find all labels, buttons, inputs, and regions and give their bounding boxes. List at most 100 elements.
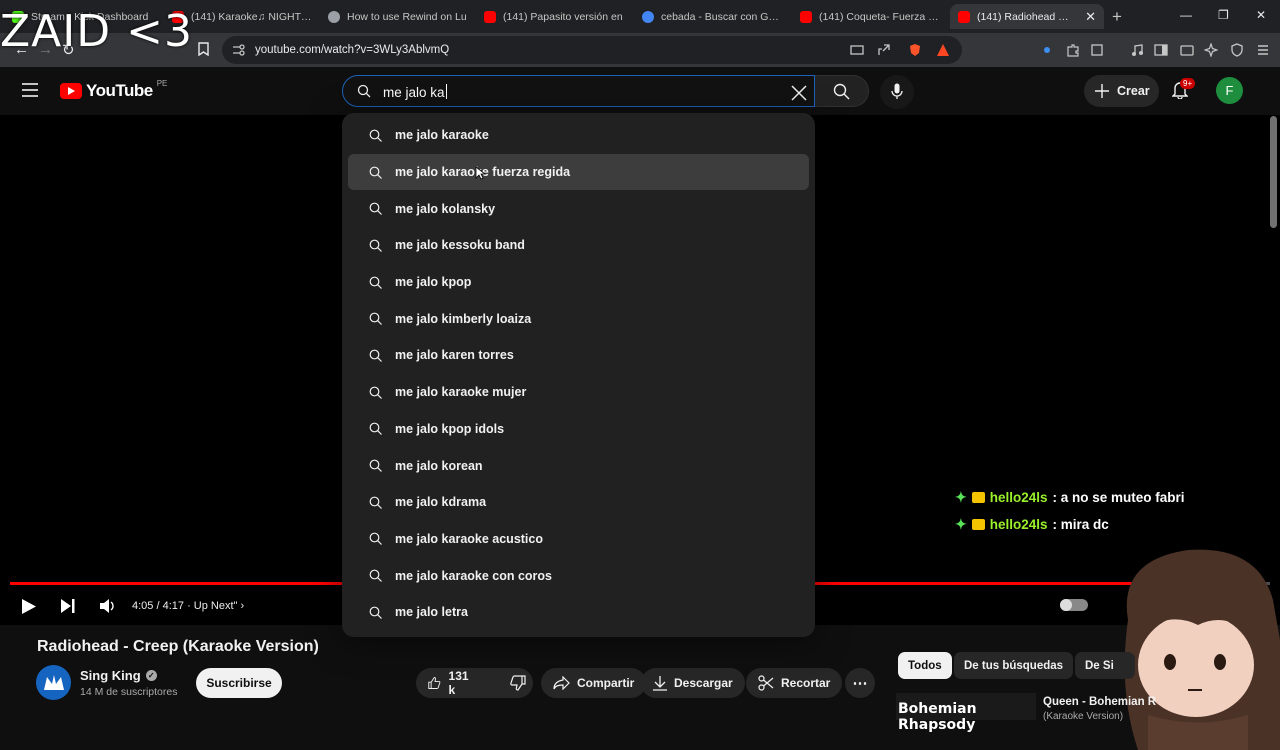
leo-ai-icon[interactable] [1204,43,1218,57]
search-icon [369,349,382,362]
page-scrollbar[interactable] [1270,116,1277,228]
share-arrow-icon [553,676,570,690]
suggestion-item[interactable]: me jalo letra [348,594,809,631]
subscriber-count: 14 M de suscriptores [80,686,178,698]
suggestion-text: me jalo korean [395,458,483,473]
tab-title: cebada - Buscar con Goog [661,10,782,23]
browser-tab[interactable]: (141) Coqueta- Fuerza Reg [792,4,948,29]
volume-icon[interactable] [100,599,116,613]
tab-title: (141) Papasito versión en [503,10,623,23]
music-icon[interactable] [1130,43,1144,57]
more-actions-button[interactable]: ⋯ [845,668,875,698]
sparkle-icon: ✦ [955,516,967,532]
microphone-icon [891,83,903,99]
sparkle-icon: ✦ [955,489,967,505]
logo-text: YouTube [86,81,153,100]
channel-avatar[interactable] [36,665,71,700]
up-next-label[interactable]: · Up Next" [187,600,237,612]
bookmark-icon[interactable] [198,42,209,56]
recommendation-title[interactable]: Queen - Bohemian R [1043,696,1156,708]
youtube-logo[interactable]: YouTube PE [60,78,168,101]
suggestion-item[interactable]: me jalo kolansky [348,190,809,227]
wallet-icon[interactable] [1180,43,1194,57]
voice-search-button[interactable] [880,75,914,109]
close-icon[interactable]: ✕ [1085,9,1096,25]
video-title: Radiohead - Creep (Karaoke Version) [37,638,319,655]
play-icon[interactable] [22,599,36,614]
browser-tab-active[interactable]: (141) Radiohead - Cre ✕ [950,4,1104,29]
menu-icon[interactable] [1256,43,1270,57]
suggestion-item-highlighted[interactable]: me jalo karaoke fuerza regida [348,153,809,191]
browser-tab[interactable]: cebada - Buscar con Goog [634,4,790,29]
suggestion-item[interactable]: me jalo kpop idols [348,411,809,448]
suggestion-item[interactable]: me jalo korean [348,447,809,484]
suggestion-item[interactable]: me jalo kdrama [348,484,809,521]
suggestion-text: me jalo kpop idols [395,421,505,436]
suggestion-text: me jalo kdrama [395,495,487,510]
more-dots-icon: ⋯ [852,675,868,692]
chip-todos[interactable]: Todos [898,652,952,679]
recommendation-thumbnail[interactable]: Bohemian Rhapsody [896,693,1036,733]
shield-icon[interactable] [1230,43,1244,57]
clip-label: Recortar [781,676,831,690]
clear-search-icon[interactable] [788,82,810,104]
chat-text: : a no se muteo fabri [1052,490,1185,505]
youtube-icon [958,10,970,23]
new-tab-icon[interactable]: + [1112,7,1122,27]
autoplay-knob [1060,599,1072,611]
suggestion-text: me jalo karaoke con coros [395,568,553,583]
autoplay-toggle[interactable] [1060,599,1088,611]
search-icon [369,386,382,399]
suggestion-text: me jalo karaoke [395,128,489,143]
suggestion-text: me jalo kpop [395,275,472,290]
brave-rewards-icon[interactable] [936,43,950,57]
country-code: PE [156,78,168,88]
suggestion-item[interactable]: me jalo kimberly loaiza [348,300,809,337]
browser-tab[interactable]: (141) Papasito versión en [476,4,632,29]
dislike-button[interactable] [498,668,538,698]
plus-icon [1095,84,1109,98]
restore-icon[interactable]: ❐ [1218,8,1229,22]
share-icon[interactable] [877,43,891,57]
browser-tab[interactable]: How to use Rewind on Lu [320,4,476,29]
suggestion-item[interactable]: me jalo karaoke [348,117,809,154]
share-label: Compartir [577,676,635,690]
suggestion-item[interactable]: me jalo kessoku band [348,227,809,264]
chip-from-searches[interactable]: De tus búsquedas [954,652,1074,679]
chat-message: ✦ hello24ls : a no se muteo fabri [955,489,1185,506]
channel-name[interactable]: Sing King ✓ [80,668,157,683]
suggestion-item[interactable]: me jalo karaoke acustico [348,521,809,558]
share-button[interactable]: Compartir [541,668,647,698]
search-button[interactable] [815,75,869,107]
minimize-icon[interactable]: — [1180,8,1192,22]
screenshot-icon[interactable] [1090,43,1104,57]
hamburger-menu-icon[interactable] [22,83,38,97]
page-icon [328,10,340,23]
like-button[interactable]: 131 k [416,668,484,698]
like-dislike-group: 131 k [416,668,533,698]
suggestion-item[interactable]: me jalo karaoke mujer [348,374,809,411]
chip-from-channel[interactable]: De Si [1075,652,1135,679]
search-icon [369,239,382,252]
cast-icon[interactable] [850,43,864,57]
clip-button[interactable]: Recortar [746,668,843,698]
site-info-icon[interactable] [232,44,245,56]
create-button[interactable]: Crear [1084,75,1159,107]
suggestion-item[interactable]: me jalo karen torres [348,337,809,374]
sidebar-icon[interactable] [1154,43,1168,57]
avatar[interactable]: F [1216,77,1243,104]
subscribe-button[interactable]: Suscribirse [196,668,282,698]
suggestion-text: me jalo kessoku band [395,238,525,253]
suggestion-item[interactable]: me jalo karaoke con coros [348,557,809,594]
vpn-icon[interactable] [1040,43,1054,57]
close-window-icon[interactable]: ✕ [1256,8,1266,22]
suggestion-item[interactable]: me jalo kpop [348,264,809,301]
chat-text: : mira dc [1052,517,1109,532]
tab-title: (141) Coqueta- Fuerza Reg [819,10,940,23]
download-button[interactable]: Descargar [641,668,745,698]
search-input[interactable]: me jalo ka [342,75,815,107]
extensions-icon[interactable] [1066,43,1080,57]
next-icon[interactable] [61,599,75,613]
search-icon [357,84,371,98]
brave-shield-icon[interactable] [908,43,922,57]
